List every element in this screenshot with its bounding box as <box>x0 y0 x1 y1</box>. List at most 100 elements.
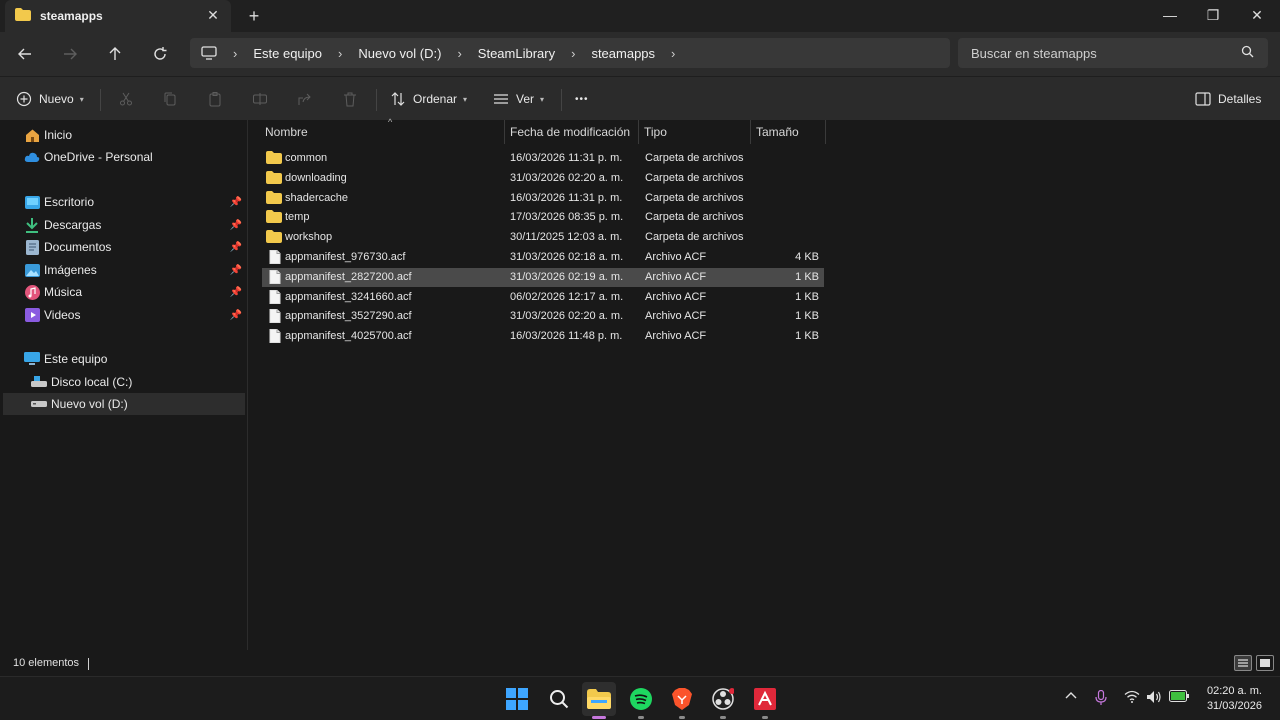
tab-steamapps[interactable]: steamapps ✕ <box>5 0 231 32</box>
new-button[interactable]: Nuevo ▾ <box>16 87 84 111</box>
sidebar-item-disco-local-c[interactable]: Disco local (C:) <box>0 371 246 393</box>
taskbar-obs[interactable] <box>710 686 736 712</box>
file-type: Carpeta de archivos <box>645 231 744 244</box>
file-name: common <box>285 152 328 164</box>
pin-icon[interactable]: 📌 <box>230 220 242 231</box>
file-size: 1 KB <box>795 270 819 283</box>
breadcrumb-steamlibrary[interactable]: SteamLibrary <box>478 46 555 61</box>
sidebar-item-documentos[interactable]: Documentos 📌 <box>0 236 246 258</box>
file-type: Carpeta de archivos <box>645 171 744 184</box>
chevron-down-icon: ▾ <box>540 94 545 104</box>
breadcrumb-steamapps[interactable]: steamapps <box>591 46 655 61</box>
column-header-name[interactable]: Nombre ^ <box>259 117 504 144</box>
file-size: 1 KB <box>795 330 819 343</box>
cloud-icon <box>24 149 40 165</box>
forward-button[interactable] <box>57 41 83 67</box>
sidebar-item-este-equipo[interactable]: Este equipo <box>0 348 246 370</box>
table-row[interactable]: downloading 31/03/2026 02:20 a. m. Carpeta… <box>262 169 824 188</box>
column-header-size[interactable]: Tamaño <box>750 120 826 144</box>
file-name: appmanifest_2827200.acf <box>285 270 412 283</box>
search-placeholder: Buscar en steamapps <box>971 45 1097 61</box>
column-header-label: Tipo <box>644 125 667 139</box>
file-name: downloading <box>285 171 347 184</box>
more-options-button[interactable]: ••• <box>575 87 589 111</box>
breadcrumb-chevron-icon[interactable]: › <box>671 46 675 61</box>
sidebar-item-inicio[interactable]: Inicio <box>0 124 246 146</box>
sidebar-item-descargas[interactable]: Descargas 📌 <box>0 214 246 236</box>
breadcrumb-nuevo-vol[interactable]: Nuevo vol (D:) <box>358 46 441 61</box>
sort-icon <box>391 92 405 106</box>
share-button[interactable] <box>297 87 313 111</box>
paste-button[interactable] <box>207 87 223 111</box>
view-button[interactable]: Ver ▾ <box>493 87 544 111</box>
show-hidden-icons-button[interactable] <box>1065 690 1077 705</box>
file-type: Archivo ACF <box>645 310 707 323</box>
pin-icon[interactable]: 📌 <box>230 310 242 321</box>
column-header-type[interactable]: Tipo <box>638 120 750 144</box>
pin-icon[interactable]: 📌 <box>230 242 242 253</box>
rename-button[interactable] <box>252 87 268 111</box>
column-header-date[interactable]: Fecha de modificación <box>504 120 638 144</box>
copy-button[interactable] <box>162 87 178 111</box>
sidebar-item-escritorio[interactable]: Escritorio 📌 <box>0 191 246 213</box>
taskbar-spotify[interactable] <box>628 686 654 712</box>
table-row[interactable]: appmanifest_3241660.acf 06/02/2026 12:17 … <box>262 288 824 307</box>
cut-button[interactable] <box>118 87 134 111</box>
tab-close-icon[interactable]: ✕ <box>205 7 221 23</box>
clipboard-icon <box>209 92 221 107</box>
close-window-button[interactable]: ✕ <box>1245 4 1269 26</box>
title-bar: steamapps ✕ + — ❐ ✕ <box>0 0 1280 32</box>
pin-icon[interactable]: 📌 <box>230 287 242 298</box>
table-row[interactable]: appmanifest_3527290.acf 31/03/2026 02:20 … <box>262 307 824 326</box>
back-button[interactable] <box>12 41 38 67</box>
sidebar-item-label: Disco local (C:) <box>51 375 133 389</box>
new-tab-button[interactable]: + <box>244 6 264 26</box>
system-clock[interactable]: 02:20 a. m. 31/03/2026 <box>1207 684 1262 714</box>
taskbar-amd[interactable] <box>752 686 778 712</box>
obs-icon <box>712 688 734 710</box>
sidebar-item-musica[interactable]: Música 📌 <box>0 281 246 303</box>
view-label: Ver <box>516 92 535 106</box>
volume-icon[interactable] <box>1146 690 1162 707</box>
breadcrumb-este-equipo[interactable]: Este equipo <box>253 46 322 61</box>
table-row[interactable]: common 16/03/2026 11:31 p. m. Carpeta de a… <box>262 149 824 168</box>
pin-icon[interactable]: 📌 <box>230 197 242 208</box>
delete-button[interactable] <box>342 87 358 111</box>
wifi-icon[interactable] <box>1124 690 1140 706</box>
sidebar-item-imagenes[interactable]: Imágenes 📌 <box>0 259 246 281</box>
sidebar-item-nuevo-vol-d[interactable]: Nuevo vol (D:) <box>3 393 245 415</box>
taskbar-search-button[interactable] <box>546 686 572 712</box>
pin-icon[interactable]: 📌 <box>230 265 242 276</box>
microphone-icon[interactable] <box>1095 689 1107 709</box>
scissors-icon <box>120 92 132 106</box>
minimize-button[interactable]: — <box>1158 4 1182 26</box>
taskbar-brave[interactable] <box>669 686 695 712</box>
file-size: 1 KB <box>795 310 819 323</box>
search-input[interactable]: Buscar en steamapps <box>958 38 1268 68</box>
address-bar[interactable]: › Este equipo › Nuevo vol (D:) › SteamLi… <box>190 38 950 68</box>
column-divider[interactable] <box>825 120 826 144</box>
details-button[interactable]: Detalles <box>1195 87 1261 111</box>
sort-button[interactable]: Ordenar ▾ <box>390 87 467 111</box>
refresh-button[interactable] <box>147 41 173 67</box>
start-button[interactable] <box>504 686 530 712</box>
share-icon <box>298 93 311 105</box>
table-row[interactable]: shadercache 16/03/2026 11:31 p. m. Carpeta… <box>262 189 824 208</box>
clock-date: 31/03/2026 <box>1206 700 1262 712</box>
sidebar-item-onedrive[interactable]: OneDrive - Personal <box>0 146 246 168</box>
details-view-button[interactable] <box>1234 655 1252 671</box>
up-button[interactable] <box>102 41 128 67</box>
taskbar-file-explorer[interactable] <box>582 682 616 716</box>
maximize-button[interactable]: ❐ <box>1201 4 1225 26</box>
breadcrumb-chevron-icon: › <box>233 45 238 61</box>
sidebar-item-videos[interactable]: Videos 📌 <box>0 304 246 326</box>
table-row[interactable]: workshop 30/11/2025 12:03 a. m. Carpeta de… <box>262 228 824 247</box>
large-icons-view-button[interactable] <box>1256 655 1274 671</box>
table-row[interactable]: appmanifest_976730.acf 31/03/2026 02:18 a… <box>262 248 824 267</box>
battery-icon[interactable] <box>1169 690 1189 705</box>
table-row[interactable]: appmanifest_4025700.acf 16/03/2026 11:48 … <box>262 327 824 346</box>
table-row[interactable]: appmanifest_2827200.acf 31/03/2026 02:19 … <box>262 267 824 287</box>
table-row[interactable]: temp 17/03/2026 08:35 p. m. Carpeta de arc… <box>262 208 824 227</box>
search-icon <box>550 690 569 709</box>
file-name: appmanifest_4025700.acf <box>285 330 412 343</box>
